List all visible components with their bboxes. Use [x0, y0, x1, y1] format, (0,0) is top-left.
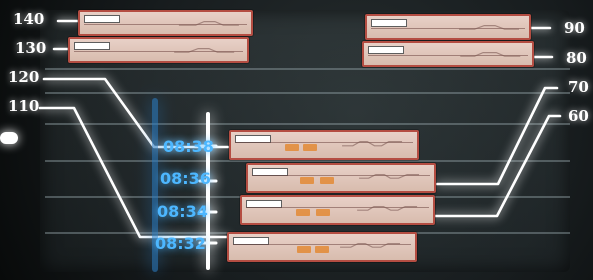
strip-profile-icon: [179, 21, 240, 26]
flight-strip-top-right[interactable]: [365, 14, 531, 40]
time-chip-a: [300, 177, 314, 184]
strip-profile-icon: [358, 174, 419, 179]
time-chip-b: [315, 246, 329, 253]
strip-tag: [368, 46, 404, 54]
flight-strip-0838[interactable]: [229, 130, 419, 160]
timeline-label-0838: 08:38: [163, 137, 214, 156]
flight-strip-0836[interactable]: [246, 163, 436, 193]
altitude-label-140: 140: [13, 10, 45, 28]
timeline-label-0832: 08:32: [155, 234, 206, 253]
time-chip-a: [285, 144, 299, 151]
strip-profile-icon: [339, 243, 400, 248]
altitude-label-130: 130: [15, 39, 47, 57]
time-chip-a: [296, 209, 310, 216]
time-chip-b: [303, 144, 317, 151]
strip-tag: [371, 19, 407, 27]
altitude-label-80: 80: [566, 49, 587, 67]
timeline-label-0834: 08:34: [157, 202, 208, 221]
flight-strip-0832[interactable]: [227, 232, 417, 262]
strip-tag: [84, 15, 120, 23]
timeline-label-0836: 08:36: [160, 169, 211, 188]
altitude-label-70: 70: [568, 78, 589, 96]
flight-strip-upper-left[interactable]: [68, 37, 249, 63]
time-chip-a: [297, 246, 311, 253]
strip-tag: [74, 42, 110, 50]
altitude-label-60: 60: [568, 107, 589, 125]
strip-profile-icon: [458, 25, 519, 30]
time-chip-b: [320, 177, 334, 184]
altitude-label-110: 110: [8, 97, 40, 115]
altitude-label-120: 120: [8, 68, 40, 86]
strip-profile-icon: [460, 52, 521, 57]
strip-profile-icon: [173, 48, 234, 53]
flight-strip-upper-right[interactable]: [362, 41, 534, 67]
flight-strip-0834[interactable]: [240, 195, 435, 225]
flight-strip-top-left[interactable]: [78, 10, 253, 36]
radar-display: 140 130 120 110 90 80 70 60 08:38 08:36 …: [0, 0, 593, 280]
strip-profile-icon: [356, 206, 417, 211]
strip-profile-icon: [341, 141, 402, 147]
altitude-label-90: 90: [564, 19, 585, 37]
time-chip-b: [316, 209, 330, 216]
